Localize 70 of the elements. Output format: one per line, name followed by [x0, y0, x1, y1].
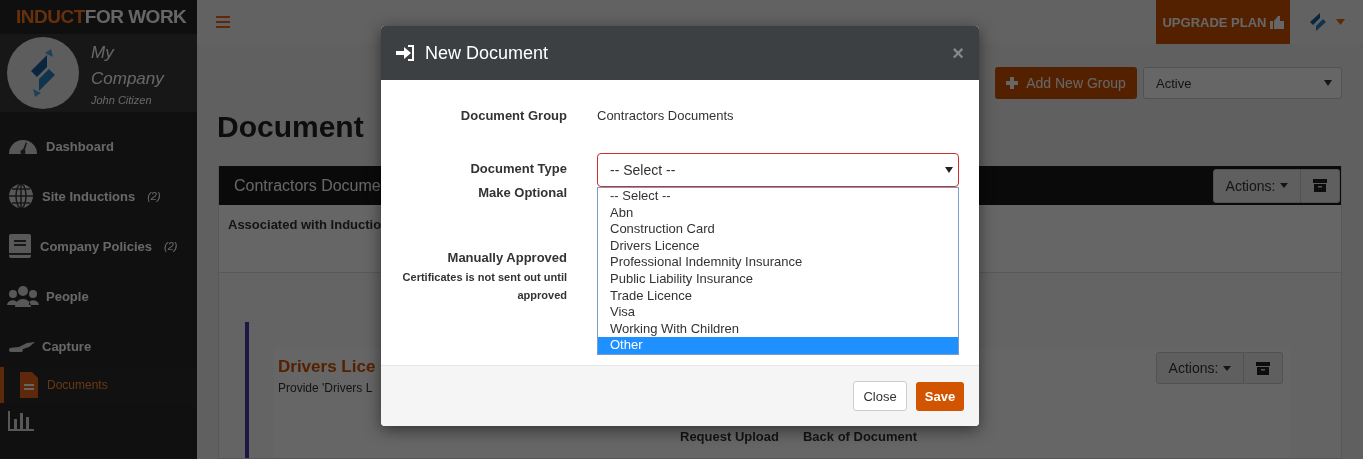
thumbs-up-icon: [1269, 15, 1284, 29]
dropdown-option[interactable]: Professional Indemnity Insurance: [598, 254, 958, 271]
document-description: Provide 'Drivers L: [278, 381, 374, 395]
plus-icon: [1006, 77, 1019, 89]
book-icon: [7, 232, 33, 260]
company-logo: [7, 37, 79, 109]
modal-title: New Document: [425, 42, 550, 64]
upgrade-button[interactable]: UPGRADE PLAN: [1156, 0, 1290, 44]
nav-label: Documents: [47, 378, 108, 392]
field-label: Document Type: [469, 161, 567, 176]
field-label: Manually Approved: [446, 250, 567, 265]
sidebar-item[interactable]: Company Policies (2): [0, 221, 197, 271]
document-type-select[interactable]: -- Select --: [597, 153, 959, 187]
page-title: Document: [217, 109, 364, 145]
save-button[interactable]: Save: [916, 381, 964, 411]
archive-button[interactable]: [1301, 168, 1340, 203]
dropdown-option[interactable]: Visa: [598, 304, 958, 321]
document-title: Drivers Lice: [278, 357, 376, 377]
actions-button[interactable]: Actions:: [1156, 352, 1244, 384]
archive-icon: [1313, 179, 1327, 192]
logo-text: INDUCT: [16, 6, 85, 28]
archive-button[interactable]: [1244, 352, 1283, 384]
dropdown-option[interactable]: Public Liability Insurance: [598, 270, 958, 288]
field-hint: Certificates is not sent out until approved: [401, 270, 567, 303]
file-icon: [18, 370, 40, 400]
logo-text: FOR WORK: [84, 6, 187, 28]
field-value: Contractors Documents: [597, 108, 735, 123]
gauge-icon: [7, 138, 39, 154]
column-header: Back of Document: [802, 429, 918, 444]
nav-label: Capture: [42, 338, 92, 354]
sign-in-icon: [396, 44, 416, 62]
association-label: Associated with Inductio: [228, 217, 382, 232]
group-title: Contractors Docume: [234, 176, 381, 195]
sidebar-item[interactable]: Dashboard: [0, 121, 197, 171]
dropdown-option[interactable]: Drivers Licence: [598, 237, 958, 255]
caret-icon: [945, 167, 953, 173]
column-header: Request Upload: [680, 429, 779, 444]
caret-icon: [1280, 183, 1289, 188]
status-dropdown[interactable]: Active: [1143, 67, 1342, 99]
field-label: Make Optional: [477, 185, 567, 200]
close-button[interactable]: ×: [952, 41, 964, 65]
caret-icon[interactable]: [1336, 19, 1345, 25]
menu-icon[interactable]: [216, 16, 230, 28]
dropdown-option[interactable]: Construction Card: [598, 221, 958, 238]
field-label: Document Group: [459, 108, 567, 123]
globe-icon: [7, 182, 35, 210]
sidebar-item[interactable]: Site Inductions (2): [0, 171, 197, 221]
sidebar-item[interactable]: People: [0, 271, 197, 321]
dropdown-option[interactable]: Other: [598, 337, 958, 354]
caret-icon: [1324, 80, 1332, 86]
archive-icon: [1256, 361, 1270, 375]
company-name: My Company: [91, 42, 166, 90]
dropdown-option[interactable]: Working With Children: [598, 320, 958, 338]
actions-button[interactable]: Actions:: [1213, 168, 1301, 203]
hand-icon: [7, 340, 35, 352]
chart-icon: [7, 409, 35, 433]
people-icon: [7, 285, 39, 307]
dropdown-option[interactable]: Abn: [598, 204, 958, 222]
nav-label: Company Policies: [40, 238, 152, 254]
item-count: (2): [147, 190, 161, 202]
close-button[interactable]: Close: [853, 381, 907, 411]
nav-label: People: [46, 288, 89, 304]
dropdown-option[interactable]: -- Select --: [598, 188, 958, 205]
caret-icon: [1223, 365, 1232, 371]
dropdown-option[interactable]: Trade Licence: [598, 287, 958, 305]
item-count: (2): [164, 240, 178, 252]
nav-label: Dashboard: [46, 138, 114, 154]
user-name: John Citizen: [91, 94, 153, 106]
nav-label: Site Inductions: [42, 188, 136, 204]
add-group-button[interactable]: Add New Group: [995, 67, 1137, 99]
